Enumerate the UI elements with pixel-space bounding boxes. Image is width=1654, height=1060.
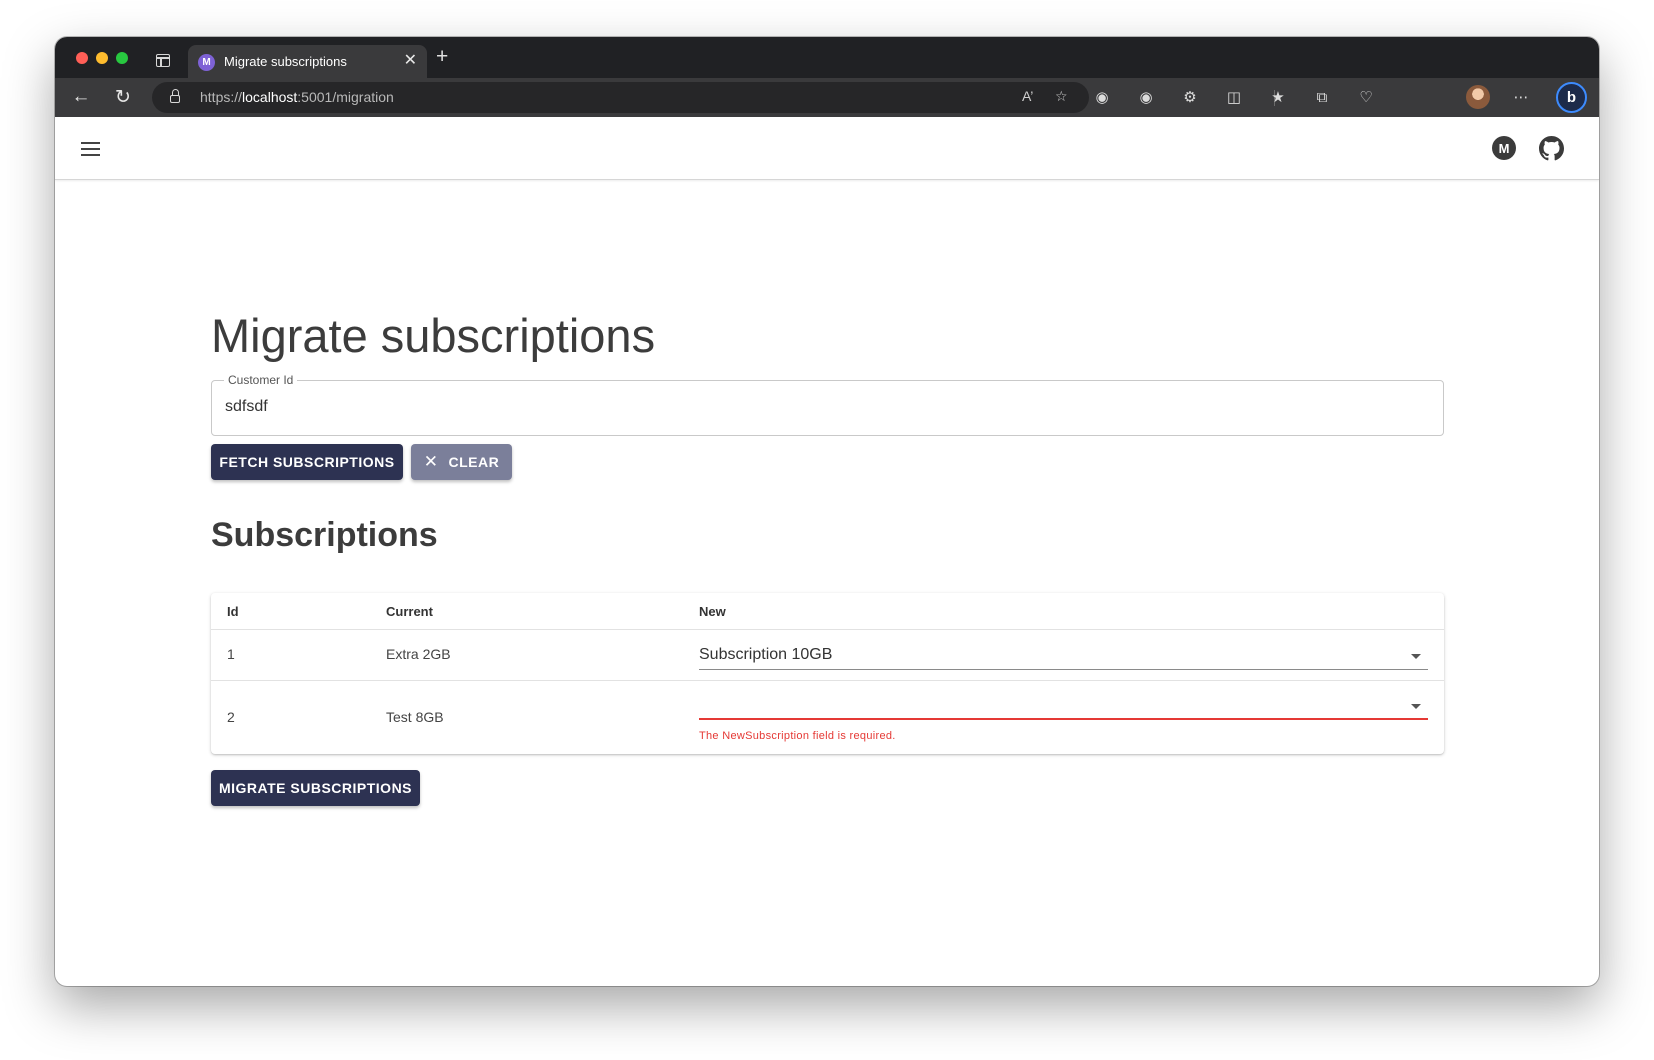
column-header-new: New: [699, 604, 726, 619]
url-scheme: https://: [200, 89, 243, 105]
close-window-button[interactable]: [76, 52, 88, 64]
extension-icon[interactable]: ◉: [1091, 86, 1113, 108]
column-header-id: Id: [227, 604, 239, 619]
chevron-down-icon: [1411, 654, 1421, 659]
browser-window: M Migrate subscriptions ✕ + ← ↻ https://…: [55, 37, 1599, 986]
column-header-current: Current: [386, 604, 433, 619]
customer-id-field[interactable]: Customer Id sdfsdf: [211, 373, 1444, 436]
header-divider: [211, 629, 1444, 630]
hamburger-menu-icon[interactable]: [81, 142, 100, 156]
clear-label: CLEAR: [448, 454, 500, 470]
github-icon[interactable]: [1539, 136, 1564, 161]
collections-icon[interactable]: ⧉: [1311, 86, 1333, 108]
subscriptions-heading: Subscriptions: [211, 516, 438, 554]
fetch-subscriptions-button[interactable]: FETCH SUBSCRIPTIONS: [211, 444, 403, 480]
fetch-subscriptions-label: FETCH SUBSCRIPTIONS: [219, 454, 395, 470]
extension-2-icon[interactable]: ◉: [1135, 86, 1157, 108]
chevron-down-icon: [1411, 704, 1421, 709]
close-icon: ✕: [423, 452, 439, 471]
add-favorite-icon[interactable]: ☆: [1055, 88, 1068, 105]
row-2-new-subscription-select[interactable]: [699, 690, 1428, 720]
clear-button[interactable]: ✕ CLEAR: [411, 444, 512, 480]
favorites-icon[interactable]: ★: [1267, 86, 1289, 108]
row-2-validation-error: The NewSubscription field is required.: [699, 730, 896, 742]
row-2-id: 2: [227, 709, 235, 725]
tab-close-icon[interactable]: ✕: [404, 52, 417, 70]
url-text[interactable]: https://localhost:5001/migration: [200, 89, 394, 105]
tab-migrate-subscriptions[interactable]: M Migrate subscriptions ✕: [188, 45, 427, 78]
row-1-new-subscription-value: Subscription 10GB: [699, 646, 833, 663]
browser-toolbar: ← ↻ https://localhost:5001/migration A’ …: [55, 78, 1599, 117]
back-arrow-icon[interactable]: ←: [68, 84, 94, 110]
extensions-puzzle-icon[interactable]: ⚙: [1179, 86, 1201, 108]
split-screen-icon[interactable]: ◫: [1223, 86, 1245, 108]
row-2-current: Test 8GB: [386, 709, 444, 725]
subscriptions-table: Id Current New 1 Extra 2GB Subscription …: [211, 593, 1444, 754]
select-underline-error: [699, 718, 1428, 720]
row-1-current: Extra 2GB: [386, 646, 451, 662]
tab-strip: M Migrate subscriptions ✕ +: [55, 37, 1599, 78]
customer-id-input[interactable]: sdfsdf: [225, 398, 268, 416]
row-1-new-subscription-select[interactable]: Subscription 10GB: [699, 640, 1428, 670]
customer-id-label: Customer Id: [224, 373, 298, 387]
row-1-id: 1: [227, 646, 235, 662]
migrate-subscriptions-label: MIGRATE SUBSCRIPTIONS: [218, 780, 413, 796]
tab-actions-icon[interactable]: [156, 54, 170, 67]
maximize-window-button[interactable]: [116, 52, 128, 64]
lock-icon[interactable]: [170, 89, 180, 103]
migrate-subscriptions-button[interactable]: MIGRATE SUBSCRIPTIONS: [211, 770, 420, 806]
more-options-icon[interactable]: ⋯: [1510, 86, 1532, 108]
tab-title: Migrate subscriptions: [224, 54, 347, 69]
app-bar: M: [55, 117, 1599, 180]
new-tab-icon[interactable]: +: [436, 46, 448, 68]
select-underline: [699, 669, 1428, 670]
row-divider: [211, 680, 1444, 681]
minimize-window-button[interactable]: [96, 52, 108, 64]
copilot-icon[interactable]: b: [1556, 82, 1587, 113]
mudblazor-icon[interactable]: M: [1492, 136, 1516, 160]
profile-avatar[interactable]: [1466, 85, 1490, 109]
url-path: :5001/migration: [297, 89, 394, 105]
reload-icon[interactable]: ↻: [110, 84, 136, 110]
url-host: localhost: [242, 89, 298, 105]
favicon-icon: M: [198, 54, 215, 71]
address-bar[interactable]: https://localhost:5001/migration A’ ☆: [152, 82, 1089, 113]
browser-essentials-icon[interactable]: ♡: [1355, 86, 1377, 108]
page-title: Migrate subscriptions: [211, 309, 656, 362]
read-aloud-icon[interactable]: A’: [1022, 88, 1033, 104]
